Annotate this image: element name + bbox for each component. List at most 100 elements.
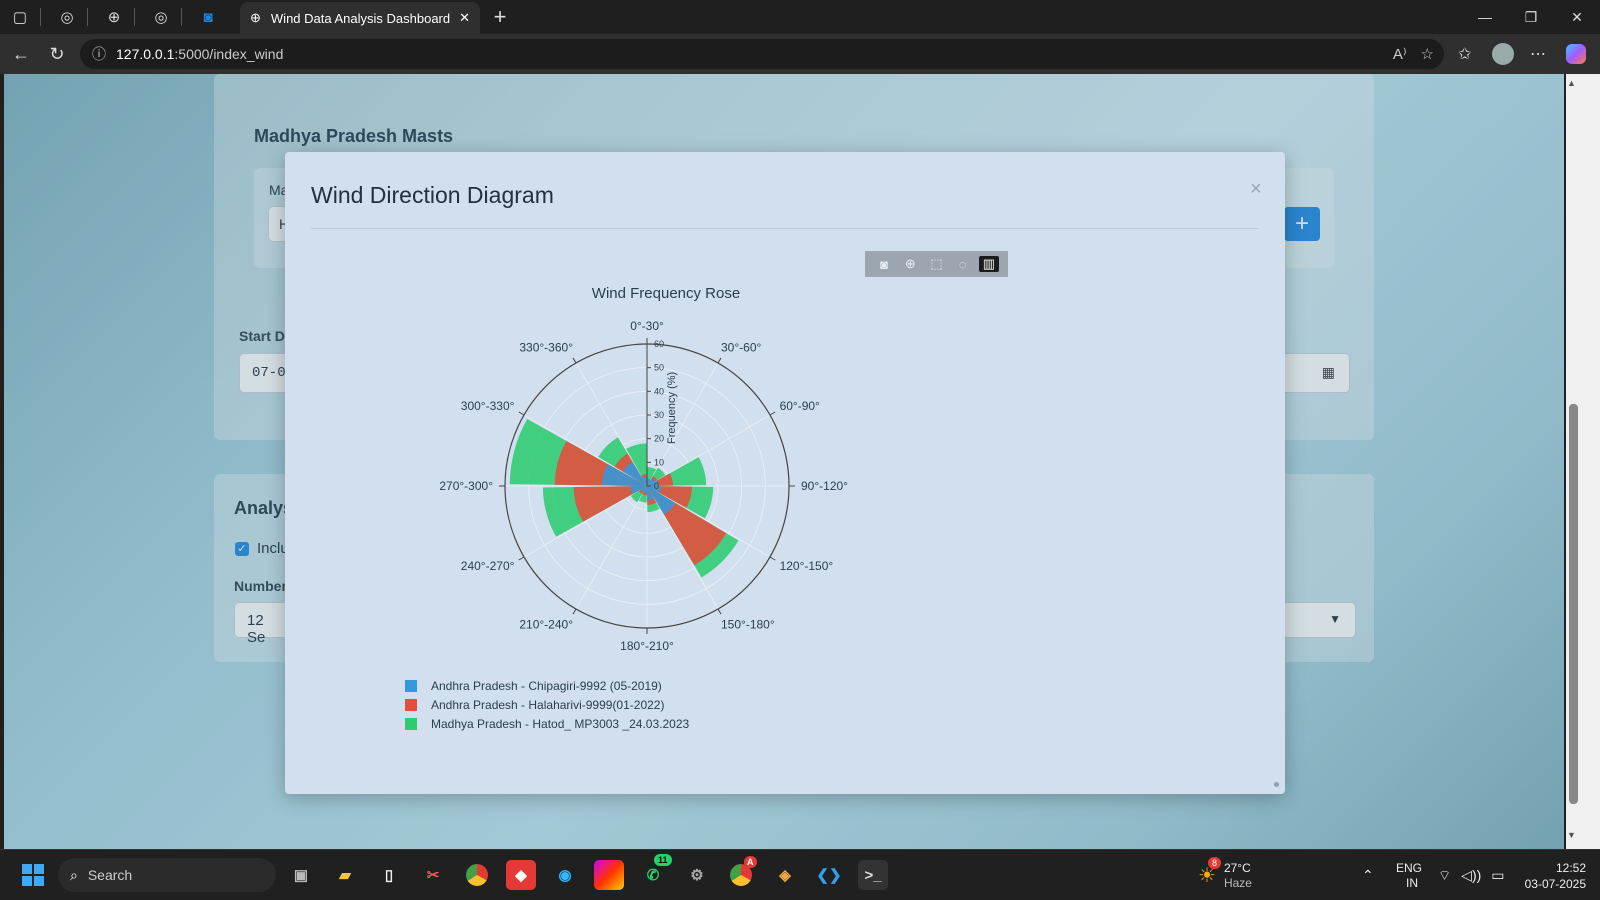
tab-actions-icon[interactable]: ▢ (6, 3, 34, 31)
vscode-icon[interactable]: ❮❯ (814, 860, 844, 890)
task-view-icon[interactable]: ▣ (286, 860, 316, 890)
file-explorer-icon[interactable]: ▰ (330, 860, 360, 890)
legend-item[interactable]: Andhra Pradesh - Halaharivi-9999(01-2022… (405, 695, 689, 714)
legend-label: Andhra Pradesh - Chipagiri-9992 (05-2019… (431, 678, 662, 693)
show-hidden-icons[interactable]: ⌃ (1362, 850, 1374, 900)
direction-label: 270°-300° (439, 479, 493, 493)
divider (87, 8, 88, 26)
tab-icon-outlook[interactable]: ◙ (194, 3, 222, 31)
paint-icon[interactable] (594, 860, 624, 890)
radial-tick-label: 10 (654, 457, 664, 467)
system-tray[interactable]: ⌔ ◁)) ▭ (1438, 850, 1505, 900)
taskbar-search[interactable]: ⌕ Search (58, 858, 276, 892)
favorite-star-icon[interactable]: ☆ (1421, 45, 1434, 63)
divider (40, 8, 41, 26)
modal-title: Wind Direction Diagram (311, 182, 554, 208)
tab-title: Wind Data Analysis Dashboard (270, 10, 451, 26)
globe-icon: ⊕ (250, 10, 261, 25)
address-toolbar: ← ↻ ⓘ 127.0.0.1 :5000/index_wind A⁾ ☆ (0, 34, 1600, 74)
clock-time: 12:52 (1555, 860, 1586, 875)
chart-legend: Andhra Pradesh - Chipagiri-9992 (05-2019… (405, 676, 689, 733)
direction-label: 210°-240° (519, 618, 573, 632)
clock-date: 03-07-2025 (1524, 876, 1586, 891)
direction-label: 60°-90° (780, 399, 820, 413)
camera-icon[interactable]: ◙ (874, 257, 894, 272)
chrome-icon[interactable] (462, 860, 492, 890)
resize-handle[interactable] (1274, 782, 1279, 787)
favorites-icon[interactable]: ✩ (1458, 34, 1471, 74)
snipping-tool-icon[interactable]: ✂ (418, 860, 448, 890)
restore-button[interactable]: ❐ (1508, 0, 1554, 34)
whatsapp-badge: 11 (654, 854, 672, 866)
direction-label: 180°-210° (620, 639, 674, 653)
legend-swatch (405, 717, 417, 730)
lang-line2: IN (1406, 875, 1418, 890)
copilot-icon[interactable] (1566, 34, 1586, 74)
angular-tick (518, 556, 525, 561)
git-icon[interactable]: ◈ (770, 860, 800, 890)
taskbar: ⌕ Search ▣ ▰ ▯ ✂ ◆ ◉ ✆ 11 ⚙ A ◈ ❮❯ >_ ☀ … (0, 849, 1600, 900)
more-options-icon[interactable]: ⋯ (1530, 34, 1546, 74)
legend-item[interactable]: Madhya Pradesh - Hatod_ MP3003 _24.03.20… (405, 714, 689, 733)
lasso-select-icon[interactable]: ◌ (953, 257, 973, 272)
radial-axis-label: Frequency (%) (666, 372, 678, 444)
whatsapp-icon[interactable]: ✆ 11 (638, 854, 672, 890)
direction-label: 330°-360° (519, 340, 573, 354)
direction-label: 300°-330° (461, 399, 515, 413)
chrome-badge: A (744, 856, 757, 868)
legend-swatch (405, 679, 417, 692)
tab-icon-globe[interactable]: ⊕ (100, 3, 128, 31)
anydesk-icon[interactable]: ◆ (506, 860, 536, 890)
edge-icon[interactable]: ◉ (550, 860, 580, 890)
direction-label: 240°-270° (461, 559, 515, 573)
terminal-icon[interactable]: >_ (858, 860, 888, 890)
chart-modebar: ◙ ⊕ ⬚ ◌ ▥ (865, 251, 1008, 277)
radial-tick-label: 0 (654, 481, 659, 491)
tab-icon-openai-2[interactable]: ◎ (147, 3, 175, 31)
url-path: :5000/index_wind (174, 46, 284, 62)
plotly-logo-icon[interactable]: ▥ (978, 256, 999, 272)
wifi-icon: ⌔ (1438, 866, 1452, 883)
notepad-icon[interactable]: ▯ (374, 860, 404, 890)
close-tab-icon[interactable]: ✕ (459, 10, 470, 26)
angular-tick (572, 608, 577, 615)
chrome-profile-icon[interactable]: A (726, 856, 757, 890)
settings-icon[interactable]: ⚙ (682, 860, 712, 890)
scroll-up-icon[interactable]: ▲ (1567, 78, 1576, 88)
weather-widget[interactable]: ☀ 8 27°C Haze (1198, 850, 1252, 900)
tab-icon-openai[interactable]: ◎ (53, 3, 81, 31)
scroll-down-icon[interactable]: ▼ (1567, 830, 1576, 840)
site-info-icon[interactable]: ⓘ (92, 44, 106, 64)
radial-tick-label: 20 (654, 434, 664, 444)
clock[interactable]: 12:52 03-07-2025 (1510, 850, 1586, 900)
angular-tick (769, 411, 776, 416)
lang-line1: ENG (1396, 860, 1423, 875)
angular-tick (717, 357, 722, 364)
wind-rose-chart: 0 10 20 30 40 50 60 Frequency (%) 0°-30° 30°-60° 6… (439, 319, 848, 653)
refresh-button[interactable]: ↻ (42, 39, 72, 69)
divider (134, 8, 135, 26)
read-aloud-icon[interactable]: A⁾ (1393, 45, 1407, 63)
back-button[interactable]: ← (6, 39, 36, 69)
profile-avatar[interactable] (1492, 34, 1514, 74)
address-bar[interactable]: ⓘ 127.0.0.1 :5000/index_wind A⁾ ☆ (80, 39, 1444, 69)
close-window-button[interactable]: ✕ (1554, 0, 1600, 34)
scrollbar-thumb[interactable] (1569, 404, 1578, 804)
language-indicator[interactable]: ENG IN (1396, 850, 1422, 900)
direction-label: 0°-30° (630, 319, 664, 333)
new-tab-button[interactable]: + (487, 4, 513, 30)
legend-item[interactable]: Andhra Pradesh - Chipagiri-9992 (05-2019… (405, 676, 689, 695)
legend-label: Madhya Pradesh - Hatod_ MP3003 _24.03.20… (431, 716, 690, 731)
zoom-icon[interactable]: ⊕ (900, 256, 920, 272)
weather-desc: Haze (1223, 875, 1252, 890)
close-icon[interactable]: × (1250, 178, 1262, 201)
active-tab[interactable]: ⊕ Wind Data Analysis Dashboard ✕ (240, 2, 480, 34)
weather-icon: ☀ 8 (1198, 857, 1222, 888)
search-icon: ⌕ (70, 866, 78, 883)
angular-tick (518, 411, 525, 416)
box-select-icon[interactable]: ⬚ (926, 256, 946, 272)
wind-direction-modal: Wind Direction Diagram × ◙ ⊕ ⬚ ◌ ▥ Wind … (285, 152, 1285, 794)
start-button[interactable] (18, 860, 48, 890)
divider (181, 8, 182, 26)
minimize-button[interactable]: — (1462, 0, 1508, 34)
